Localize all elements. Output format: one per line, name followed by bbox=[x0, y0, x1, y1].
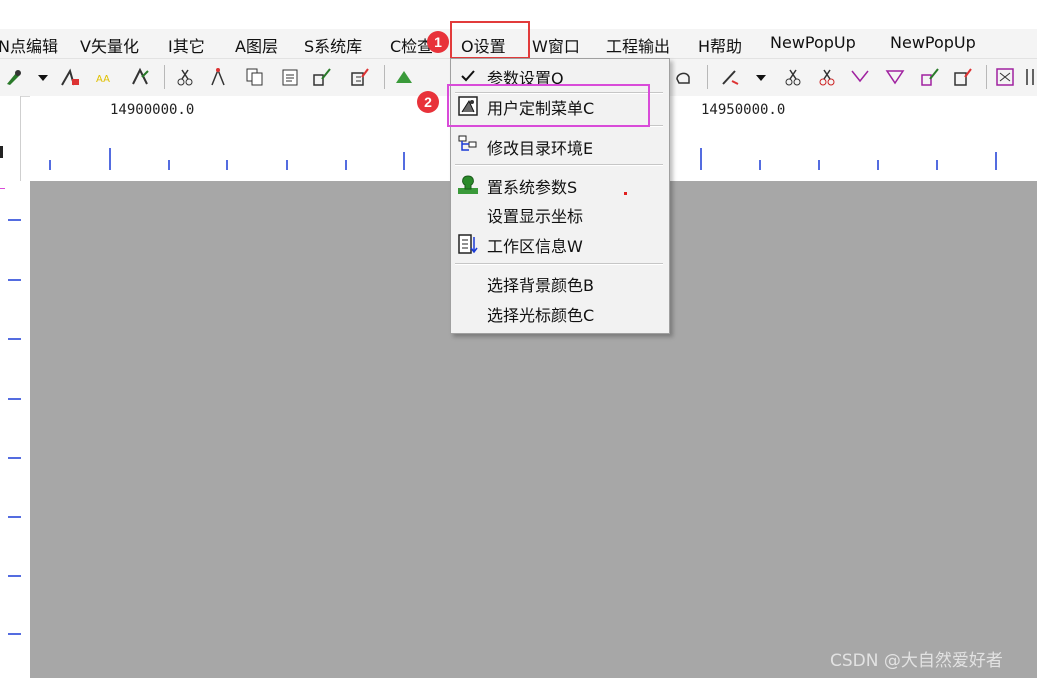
menu-system-params[interactable]: 置系统参数S bbox=[487, 174, 577, 198]
menu-newpopup-2[interactable]: NewPopUp bbox=[890, 33, 976, 52]
menu-newpopup-1[interactable]: NewPopUp bbox=[770, 33, 856, 52]
cursor-dot bbox=[624, 192, 627, 195]
edit-node-icon[interactable] bbox=[312, 67, 332, 87]
layer-stack-icon[interactable] bbox=[995, 67, 1015, 87]
dropdown-arrow-icon[interactable] bbox=[36, 67, 50, 87]
menu-layer[interactable]: A图层 bbox=[235, 33, 278, 57]
highlight-settings-menu bbox=[450, 21, 530, 59]
cut-line-icon[interactable] bbox=[783, 67, 803, 87]
split-line-icon[interactable] bbox=[208, 67, 228, 87]
edit-polygon-icon[interactable] bbox=[920, 67, 940, 87]
copy-icon[interactable] bbox=[245, 67, 265, 87]
step-badge-2: 2 bbox=[417, 91, 439, 113]
draw-line-icon[interactable] bbox=[720, 67, 740, 87]
menu-separator bbox=[455, 164, 663, 166]
text-edit-icon[interactable] bbox=[130, 67, 150, 87]
toolbar-separator bbox=[707, 65, 708, 89]
ruler-label: 14950000.0 bbox=[701, 102, 786, 118]
connect-line-icon[interactable] bbox=[850, 67, 870, 87]
menu-separator bbox=[455, 263, 663, 265]
fill-icon[interactable] bbox=[394, 67, 414, 87]
toolbar-separator bbox=[384, 65, 385, 89]
text-style-icon[interactable]: AA bbox=[95, 67, 115, 87]
menu-system-library[interactable]: S系统库 bbox=[304, 33, 362, 57]
grid-icon[interactable] bbox=[1025, 67, 1037, 87]
system-params-icon bbox=[458, 175, 478, 194]
ruler-label: 14900000.0 bbox=[110, 102, 195, 118]
highlight-custom-menu bbox=[447, 84, 650, 127]
menu-workspace-info[interactable]: 工作区信息W bbox=[487, 233, 583, 257]
menu-background-color[interactable]: 选择背景颜色B bbox=[487, 272, 594, 296]
menu-help[interactable]: H帮助 bbox=[698, 33, 742, 57]
pen-icon[interactable] bbox=[4, 67, 24, 87]
step-badge-1: 1 bbox=[427, 31, 449, 53]
menu-modify-directory[interactable]: 修改目录环境E bbox=[487, 135, 593, 159]
menu-vectorize[interactable]: V矢量化 bbox=[80, 33, 139, 57]
menu-other[interactable]: I其它 bbox=[168, 33, 205, 57]
menu-display-coordinates[interactable]: 设置显示坐标 bbox=[487, 203, 583, 227]
menu-cursor-color[interactable]: 选择光标颜色C bbox=[487, 302, 594, 326]
edit-area-icon[interactable] bbox=[350, 67, 370, 87]
directory-tree-icon bbox=[458, 135, 477, 151]
toolbar-separator bbox=[986, 65, 987, 89]
scissors-icon[interactable] bbox=[175, 67, 195, 87]
watermark: CSDN @大自然爱好者 bbox=[830, 651, 1003, 671]
workspace-info-icon bbox=[458, 234, 478, 254]
menu-point-edit[interactable]: N点编辑 bbox=[0, 33, 58, 57]
menu-window[interactable]: W窗口 bbox=[532, 33, 580, 57]
attribute-edit-icon[interactable] bbox=[953, 67, 973, 87]
dropdown-arrow-icon[interactable] bbox=[754, 67, 768, 87]
hand-icon[interactable] bbox=[673, 67, 693, 87]
vertical-ruler bbox=[5, 181, 21, 678]
panel-marker bbox=[0, 146, 3, 158]
svg-text:AA: AA bbox=[96, 74, 110, 85]
font-color-icon[interactable] bbox=[60, 67, 80, 87]
extend-line-icon[interactable] bbox=[885, 67, 905, 87]
cut-area-icon[interactable] bbox=[817, 67, 837, 87]
menu-project-output[interactable]: 工程输出 bbox=[606, 33, 670, 57]
toolbar-separator bbox=[164, 65, 165, 89]
paste-icon[interactable] bbox=[280, 67, 300, 87]
